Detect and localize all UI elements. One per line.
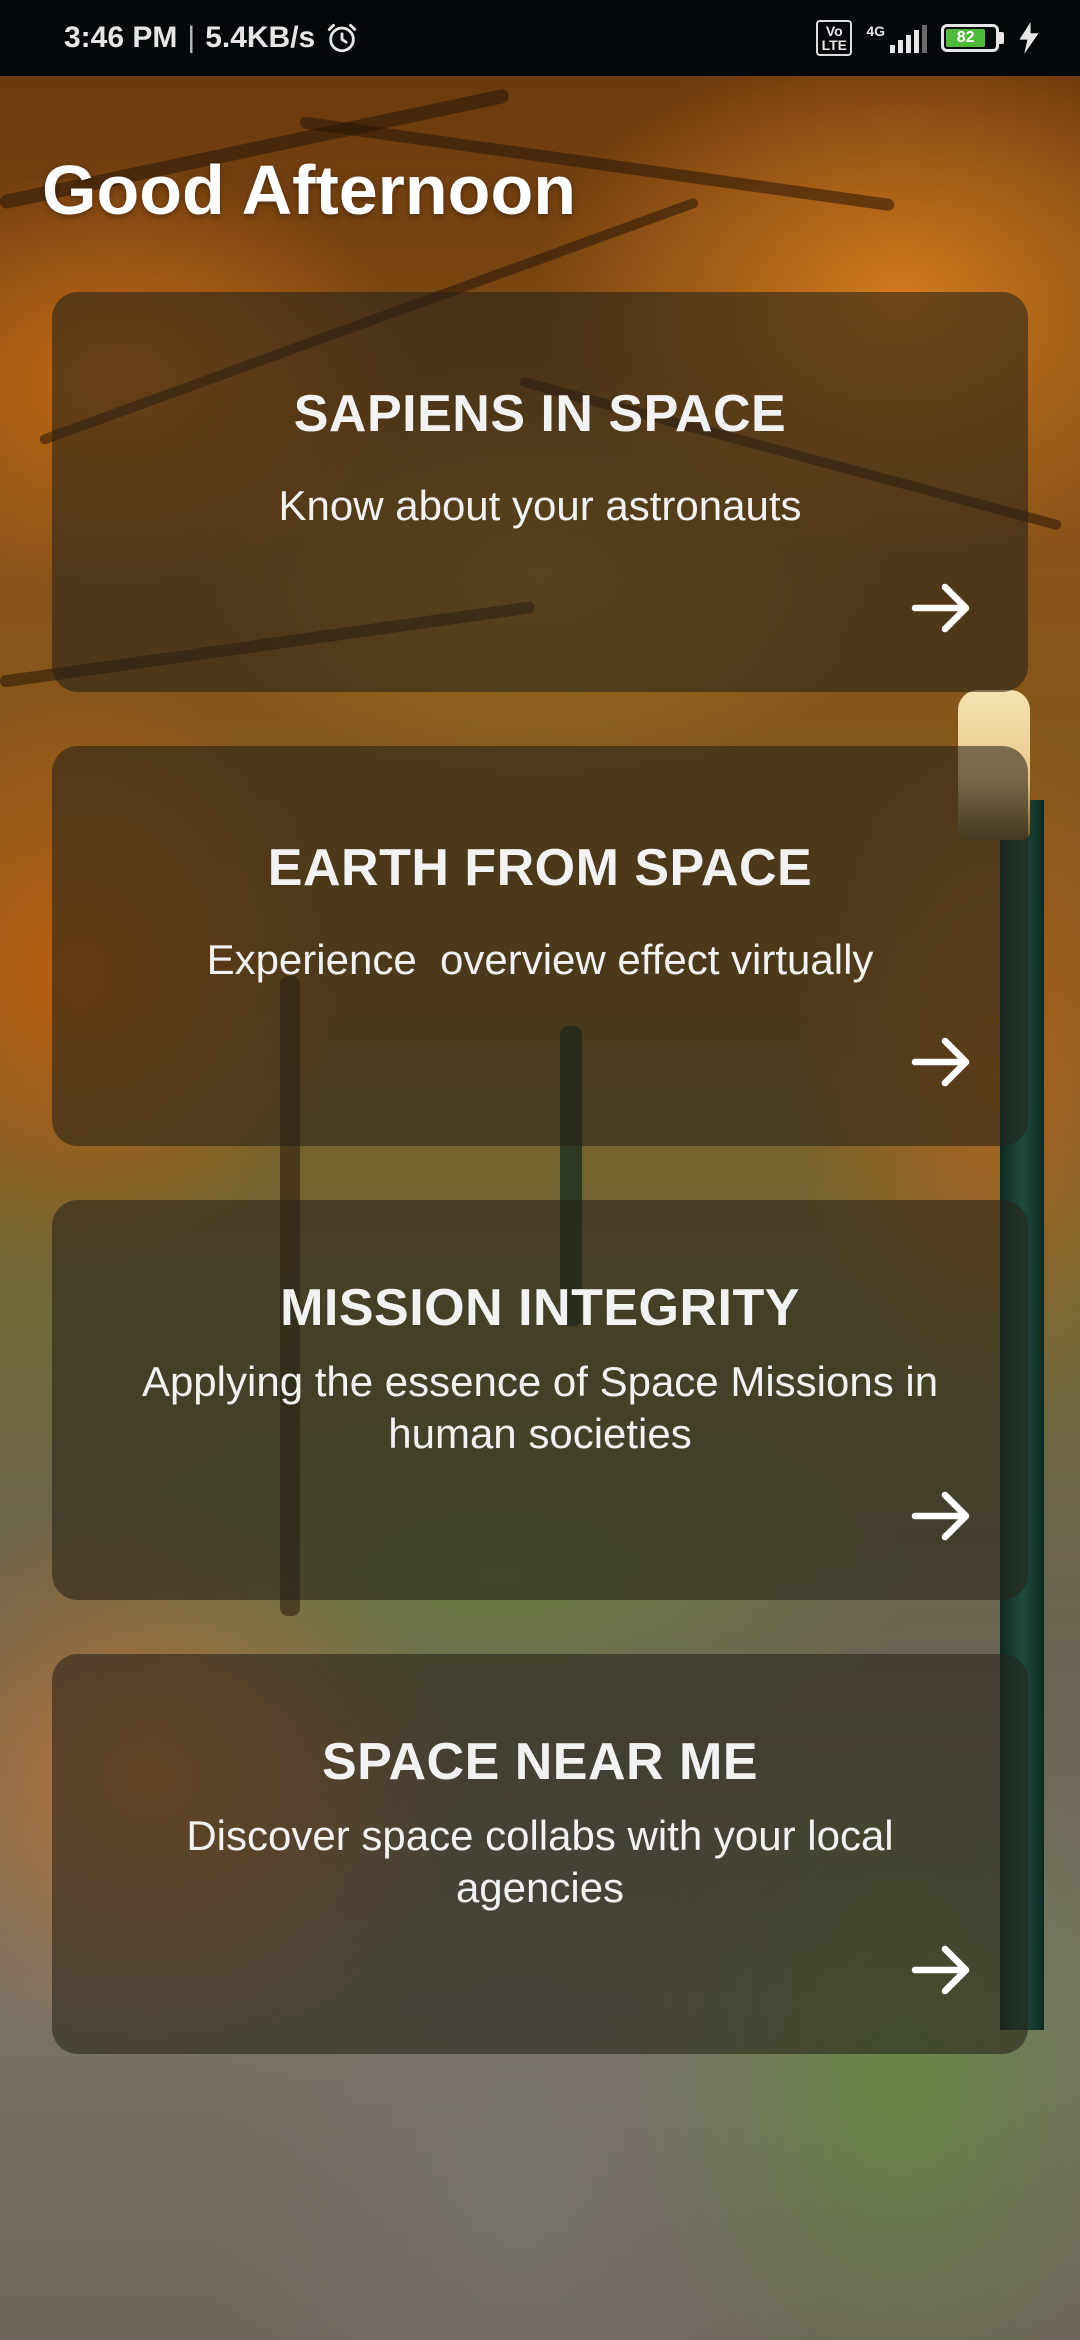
status-network-speed: 5.4KB/s xyxy=(205,21,316,54)
card-title: MISSION INTEGRITY xyxy=(280,1279,800,1337)
card-earth-from-space[interactable]: EARTH FROM SPACE Experience overview eff… xyxy=(52,746,1028,1146)
home-screen: 3:46 PM | 5.4KB/s Vo LTE 4G 82 Good Afte… xyxy=(0,0,1080,2340)
greeting-title: Good Afternoon xyxy=(42,151,576,229)
status-left: 3:46 PM | 5.4KB/s xyxy=(64,21,359,55)
lightning-bolt-icon xyxy=(1019,22,1039,54)
status-time: 3:46 PM xyxy=(64,21,178,54)
card-subtitle: Discover space collabs with your local a… xyxy=(186,1812,894,1911)
battery-icon: 82 xyxy=(941,24,1004,52)
arrow-right-icon[interactable] xyxy=(906,572,978,644)
status-separator: | xyxy=(187,21,196,54)
card-title: SPACE NEAR ME xyxy=(321,1733,759,1791)
card-sapiens-in-space[interactable]: SAPIENS IN SPACE Know about your astrona… xyxy=(52,292,1028,692)
card-mission-integrity[interactable]: MISSION INTEGRITY Applying the essence o… xyxy=(52,1200,1028,1600)
card-title: SAPIENS IN SPACE xyxy=(293,385,787,443)
arrow-right-icon[interactable] xyxy=(906,1934,978,2006)
card-subtitle: Applying the essence of Space Missions i… xyxy=(141,1358,939,1457)
card-subtitle: Experience overview effect virtually xyxy=(206,936,874,983)
status-bar: 3:46 PM | 5.4KB/s Vo LTE 4G 82 xyxy=(0,0,1080,76)
arrow-right-icon[interactable] xyxy=(906,1480,978,1552)
status-right: Vo LTE 4G 82 xyxy=(816,20,1040,56)
battery-level: 82 xyxy=(946,29,986,47)
card-subtitle: Know about your astronauts xyxy=(278,482,802,529)
volte-indicator-icon: Vo LTE xyxy=(816,20,853,56)
signal-strength-icon: 4G xyxy=(866,23,927,53)
arrow-right-icon[interactable] xyxy=(906,1026,978,1098)
card-space-near-me[interactable]: SPACE NEAR ME Discover space collabs wit… xyxy=(52,1654,1028,2054)
network-type-label: 4G xyxy=(866,23,885,39)
alarm-clock-icon xyxy=(328,23,357,53)
card-title: EARTH FROM SPACE xyxy=(267,839,813,897)
